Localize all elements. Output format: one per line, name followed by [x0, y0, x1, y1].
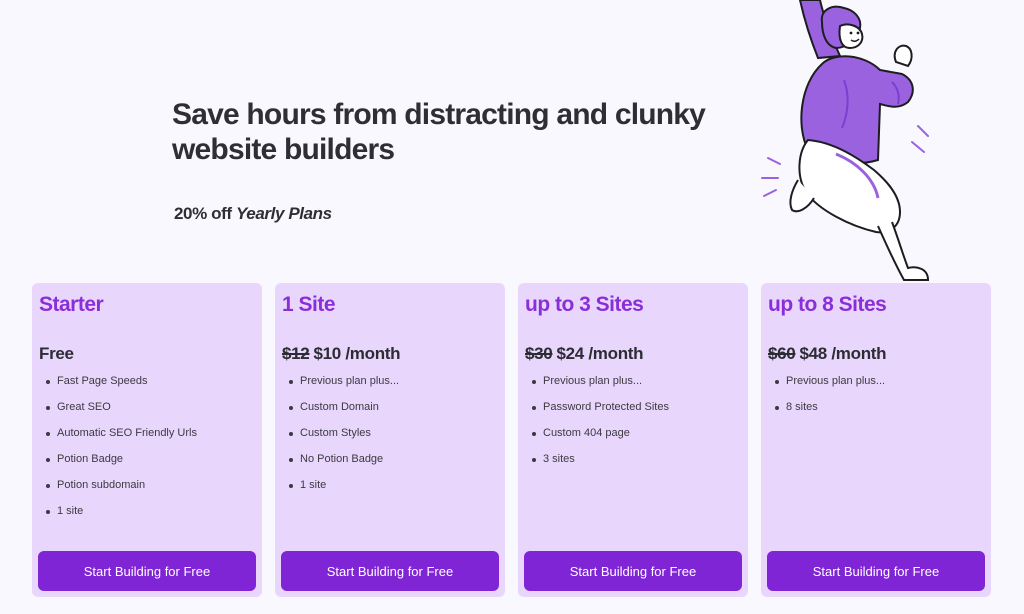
feature-item: Automatic SEO Friendly Urls — [46, 427, 197, 453]
plan-card-8-sites: up to 8 Sites $60 $48 /month Previous pla… — [761, 283, 991, 597]
plan-title: Starter — [39, 293, 104, 316]
feature-item: Potion Badge — [46, 453, 197, 479]
feature-item: 8 sites — [774, 401, 885, 427]
feature-item: Great SEO — [46, 401, 197, 427]
plan-title: up to 8 Sites — [768, 293, 887, 316]
feature-item: Fast Page Speeds — [46, 375, 197, 401]
price-current: Free — [39, 344, 74, 363]
price-old: $30 — [525, 344, 553, 363]
price-old: $12 — [282, 344, 310, 363]
feature-item: Previous plan plus... — [288, 375, 399, 401]
start-building-button-3-sites[interactable]: Start Building for Free — [524, 551, 742, 591]
plan-title: 1 Site — [282, 293, 336, 316]
start-building-button-starter[interactable]: Start Building for Free — [38, 551, 256, 591]
price-period: /month — [831, 344, 887, 363]
plan-card-3-sites: up to 3 Sites $30 $24 /month Previous pla… — [518, 283, 748, 597]
feature-item: 3 sites — [532, 453, 669, 479]
plan-price: Free — [39, 344, 74, 364]
price-current: $48 — [799, 344, 827, 363]
price-current: $24 — [556, 344, 584, 363]
feature-item: Password Protected Sites — [532, 401, 669, 427]
jumping-person-illustration — [761, 0, 930, 281]
feature-list: Previous plan plus... 8 sites — [774, 375, 885, 427]
feature-item: Custom Styles — [288, 427, 399, 453]
plan-price: $12 $10 /month — [282, 344, 401, 364]
feature-list: Previous plan plus... Custom Domain Cust… — [288, 375, 399, 505]
price-period: /month — [345, 344, 401, 363]
feature-item: No Potion Badge — [288, 453, 399, 479]
promo-text: 20% off Yearly Plans — [174, 204, 332, 224]
feature-list: Fast Page Speeds Great SEO Automatic SEO… — [46, 375, 197, 531]
plan-price: $60 $48 /month — [768, 344, 887, 364]
plan-price: $30 $24 /month — [525, 344, 644, 364]
start-building-button-8-sites[interactable]: Start Building for Free — [767, 551, 985, 591]
feature-item: 1 site — [288, 479, 399, 505]
hero-title: Save hours from distracting and clunky w… — [172, 98, 706, 166]
promo-prefix: 20% off — [174, 204, 232, 223]
plan-card-starter: Starter Free Fast Page Speeds Great SEO … — [32, 283, 262, 597]
price-period: /month — [588, 344, 644, 363]
feature-list: Previous plan plus... Password Protected… — [532, 375, 669, 479]
price-current: $10 — [313, 344, 341, 363]
feature-item: Potion subdomain — [46, 479, 197, 505]
feature-item: Custom 404 page — [532, 427, 669, 453]
feature-item: 1 site — [46, 505, 197, 531]
start-building-button-1-site[interactable]: Start Building for Free — [281, 551, 499, 591]
feature-item: Previous plan plus... — [532, 375, 669, 401]
feature-item: Custom Domain — [288, 401, 399, 427]
plan-card-1-site: 1 Site $12 $10 /month Previous plan plus.… — [275, 283, 505, 597]
feature-item: Previous plan plus... — [774, 375, 885, 401]
price-old: $60 — [768, 344, 796, 363]
plan-title: up to 3 Sites — [525, 293, 644, 316]
promo-italic: Yearly Plans — [235, 204, 332, 223]
